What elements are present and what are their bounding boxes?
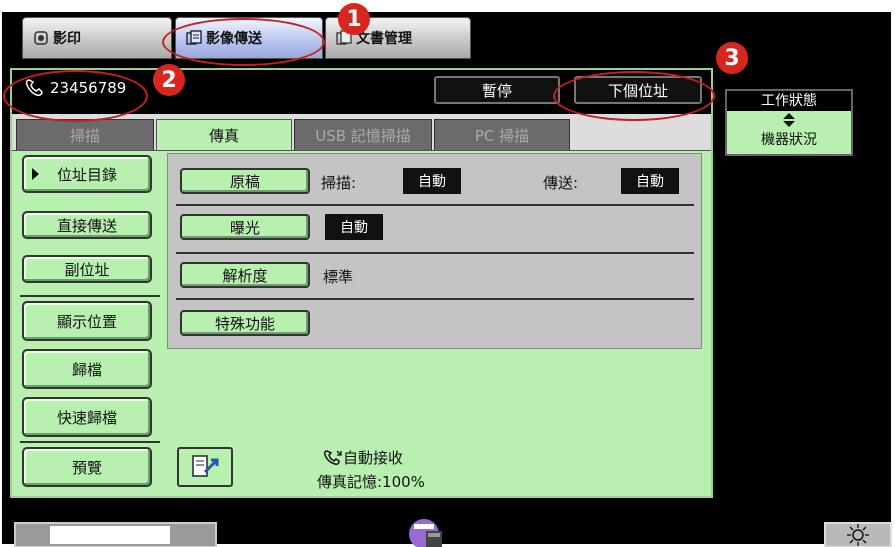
transmit-screen-button[interactable] xyxy=(177,447,233,487)
sun-icon xyxy=(847,524,869,546)
scanner-icon xyxy=(186,30,202,46)
system-status-icon xyxy=(406,516,446,547)
machine-status-label: 機器狀況 xyxy=(761,132,817,148)
tab-fax[interactable]: 傳真 xyxy=(156,119,292,152)
fax-content: 位址目錄 直接傳送 副位址 顯示位置 歸檔 快速歸檔 預覽 原稿 掃描: 自動 … xyxy=(12,150,711,496)
special-features-button[interactable]: 特殊功能 xyxy=(180,310,310,336)
destination-number: 23456789 xyxy=(50,79,127,97)
resolution-button[interactable]: 解析度 xyxy=(180,262,310,288)
address-book-button[interactable]: 位址目錄 xyxy=(22,155,152,193)
side-menu-divider xyxy=(20,295,160,297)
mode-tab-scanner-label: 影像傳送 xyxy=(206,31,262,47)
copy-icon xyxy=(33,30,49,46)
address-book-label: 位址目錄 xyxy=(56,165,117,184)
tab-scan[interactable]: 掃描 xyxy=(16,119,154,150)
side-menu-divider-2 xyxy=(20,441,160,443)
settings-divider xyxy=(176,204,694,206)
destination-number-display: 23456789 xyxy=(24,78,126,98)
auto-receive-text: 自動接收 xyxy=(343,449,404,467)
job-status-button[interactable]: 工作狀態 機器狀況 xyxy=(725,89,853,156)
resolution-value: 標準 xyxy=(323,268,354,286)
preview-button[interactable]: 預覽 xyxy=(22,447,152,487)
fax-send-icon xyxy=(192,455,219,477)
callout-number-3: 3 xyxy=(716,42,748,74)
tab-usb-scan[interactable]: USB 記憶掃描 xyxy=(294,119,432,150)
auto-receive-status: 自動接收 xyxy=(323,447,403,468)
device-screen: 影印 影像傳送 文書管理 23456789 暫停 下個位址 掃描 傳真 USB … xyxy=(2,12,892,547)
fax-main-panel: 23456789 暫停 下個位址 掃描 傳真 USB 記憶掃描 PC 掃描 位址… xyxy=(10,68,713,498)
display-settings-button[interactable] xyxy=(824,522,892,547)
settings-divider xyxy=(176,252,694,254)
display-position-button[interactable]: 顯示位置 xyxy=(22,301,152,341)
filing-button[interactable]: 歸檔 xyxy=(22,349,152,389)
scan-label: 掃描: xyxy=(321,174,357,192)
mode-tab-scanner[interactable]: 影像傳送 xyxy=(175,17,323,59)
slider-fill xyxy=(50,526,170,544)
scan-value: 自動 xyxy=(403,168,461,194)
phone-icon xyxy=(25,79,43,96)
function-tabs: 掃描 傳真 USB 記憶掃描 PC 掃描 xyxy=(12,114,711,152)
pause-button[interactable]: 暫停 xyxy=(434,76,560,104)
fax-memory-status: 傳真記憶:100% xyxy=(317,473,425,491)
mode-tab-copy[interactable]: 影印 xyxy=(22,17,172,59)
send-value: 自動 xyxy=(621,168,679,194)
exposure-value: 自動 xyxy=(325,214,383,240)
settings-divider xyxy=(176,298,694,300)
job-status-label: 工作狀態 xyxy=(727,91,851,111)
next-address-button[interactable]: 下個位址 xyxy=(574,76,702,104)
original-button[interactable]: 原稿 xyxy=(180,168,310,194)
tab-pc-scan[interactable]: PC 掃描 xyxy=(434,119,570,150)
phone-receive-icon xyxy=(323,449,342,465)
up-down-arrow-icon xyxy=(727,111,851,129)
send-label: 傳送: xyxy=(543,174,579,192)
sub-address-button[interactable]: 副位址 xyxy=(22,255,152,283)
mode-tab-copy-label: 影印 xyxy=(53,31,81,47)
direct-send-button[interactable]: 直接傳送 xyxy=(22,211,152,239)
fax-settings-panel: 原稿 掃描: 自動 傳送: 自動 曝光 自動 解析度 標準 特殊功能 xyxy=(167,153,702,349)
quick-filing-button[interactable]: 快速歸檔 xyxy=(22,397,152,437)
callout-number-1: 1 xyxy=(338,3,370,35)
brightness-slider[interactable] xyxy=(14,522,217,547)
destination-bar: 23456789 暫停 下個位址 xyxy=(12,70,711,114)
exposure-button[interactable]: 曝光 xyxy=(180,214,310,240)
callout-number-2: 2 xyxy=(153,64,185,96)
main-panel-body: 23456789 暫停 下個位址 掃描 傳真 USB 記憶掃描 PC 掃描 位址… xyxy=(12,70,711,496)
